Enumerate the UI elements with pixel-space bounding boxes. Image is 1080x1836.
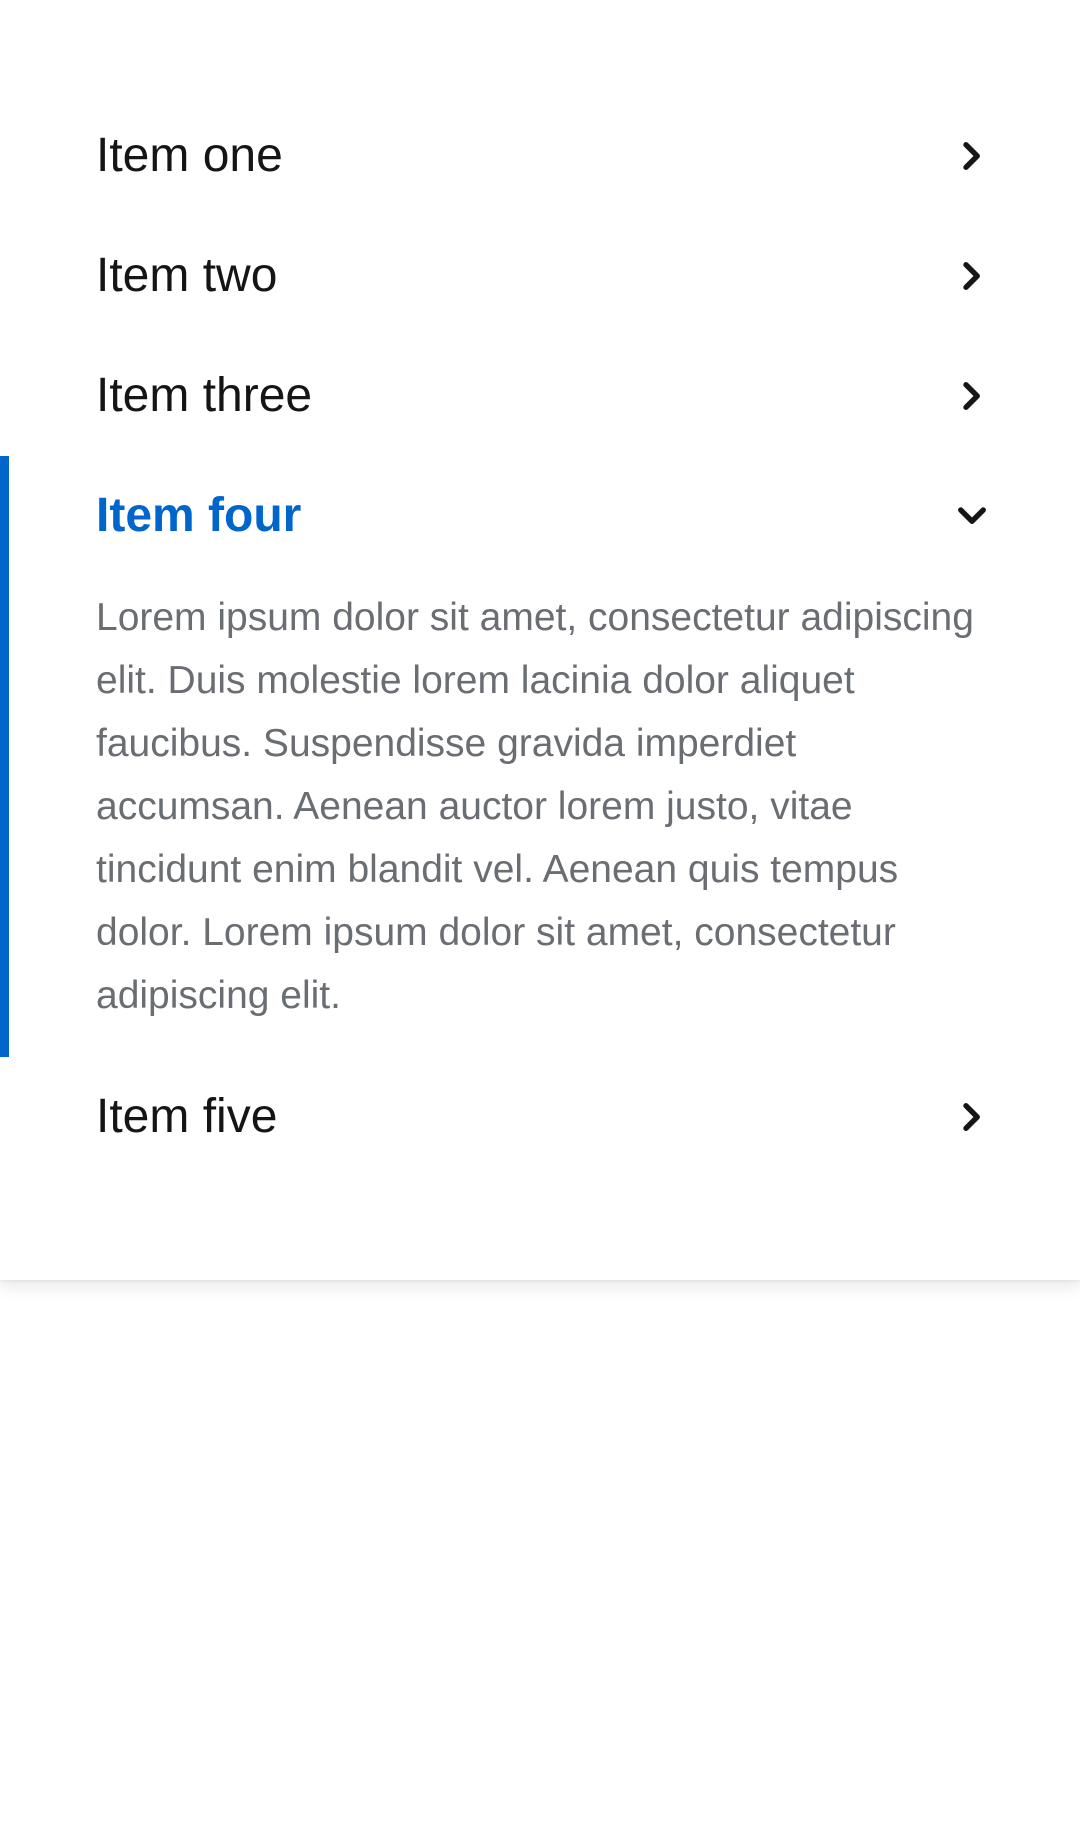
accordion-toggle-label: Item four bbox=[96, 489, 302, 542]
chevron-right-icon bbox=[954, 138, 990, 174]
accordion-item-four: Item four Lorem ipsum dolor sit amet, co… bbox=[0, 456, 1080, 1057]
chevron-down-icon bbox=[954, 498, 990, 534]
accordion-item-three: Item three bbox=[0, 336, 1080, 456]
accordion-toggle-label: Item two bbox=[96, 249, 278, 302]
accordion-toggle-item-five[interactable]: Item five bbox=[0, 1057, 1080, 1177]
chevron-right-icon bbox=[954, 1099, 990, 1135]
accordion-list: Item one Item two Item three Item four L… bbox=[0, 0, 1080, 1177]
accordion-toggle-item-two[interactable]: Item two bbox=[0, 216, 1080, 336]
chevron-right-icon bbox=[954, 258, 990, 294]
accordion-expanded-content: Lorem ipsum dolor sit amet, consectetur … bbox=[96, 596, 974, 1017]
accordion: Item one Item two Item three Item four L… bbox=[0, 0, 1080, 1280]
accordion-toggle-label: Item one bbox=[96, 129, 283, 182]
accordion-toggle-label: Item five bbox=[96, 1090, 278, 1143]
accordion-toggle-item-four[interactable]: Item four bbox=[0, 456, 1080, 576]
accordion-toggle-item-one[interactable]: Item one bbox=[0, 96, 1080, 216]
accordion-toggle-item-three[interactable]: Item three bbox=[0, 336, 1080, 456]
accordion-toggle-label: Item three bbox=[96, 369, 313, 422]
accordion-item-two: Item two bbox=[0, 216, 1080, 336]
chevron-right-icon bbox=[954, 378, 990, 414]
accordion-item-one: Item one bbox=[0, 96, 1080, 216]
accordion-item-five: Item five bbox=[0, 1057, 1080, 1177]
